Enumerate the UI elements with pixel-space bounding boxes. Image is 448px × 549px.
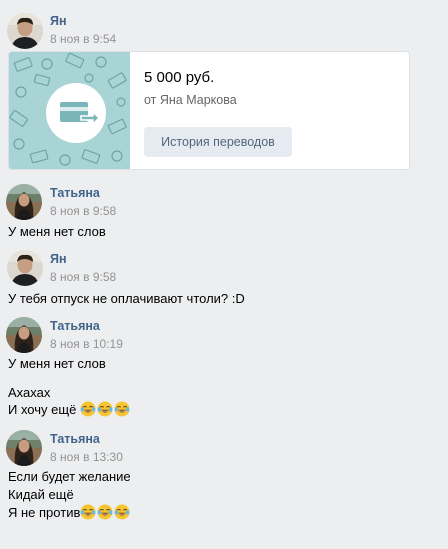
- avatar-image: [6, 184, 42, 220]
- tears-of-joy-emoji-icon: [114, 401, 130, 417]
- message-text: Я не против: [8, 505, 81, 520]
- message-time[interactable]: 8 ноя в 9:58: [50, 203, 116, 219]
- message-time[interactable]: 8 ноя в 9:58: [50, 269, 116, 285]
- avatar[interactable]: [7, 250, 43, 286]
- message-text: У меня нет слов: [8, 356, 106, 371]
- transfer-sender: от Яна Маркова: [144, 93, 237, 107]
- tears-of-joy-emoji-icon: [80, 504, 96, 520]
- tears-of-joy-emoji-icon: [97, 504, 113, 520]
- message-time[interactable]: 8 ноя в 10:19: [50, 336, 123, 352]
- tears-of-joy-emoji-icon: [97, 401, 113, 417]
- message-text: У меня нет слов: [8, 224, 106, 239]
- message-text-line: И хочу ещё: [8, 401, 131, 419]
- transfer-history-button[interactable]: История переводов: [144, 127, 292, 157]
- avatar[interactable]: [6, 317, 42, 353]
- avatar[interactable]: [6, 184, 42, 220]
- message-text: И хочу ещё: [8, 402, 77, 417]
- money-transfer-card: 5 000 руб. от Яна Маркова История перево…: [8, 51, 410, 170]
- author-name[interactable]: Татьяна: [50, 431, 100, 447]
- avatar-image: [6, 430, 42, 466]
- avatar[interactable]: [7, 13, 43, 49]
- message-text: У тебя отпуск не оплачивают чтоли? :D: [8, 291, 245, 306]
- author-name[interactable]: Татьяна: [50, 185, 100, 201]
- author-name[interactable]: Ян: [50, 251, 67, 267]
- avatar-image: [7, 250, 43, 286]
- transfer-amount: 5 000 руб.: [144, 69, 215, 86]
- avatar-image: [7, 13, 43, 49]
- message-time[interactable]: 8 ноя в 13:30: [50, 449, 123, 465]
- avatar-image: [6, 317, 42, 353]
- card-pattern: [9, 52, 130, 169]
- author-name[interactable]: Татьяна: [50, 318, 100, 334]
- avatar[interactable]: [6, 430, 42, 466]
- message-text-line: Я не против: [8, 504, 131, 522]
- tears-of-joy-emoji-icon: [114, 504, 130, 520]
- tears-of-joy-emoji-icon: [80, 401, 96, 417]
- money-pattern-icon: [9, 52, 130, 169]
- message-text: Если будет желание: [8, 469, 131, 484]
- message-text: Ахахах: [8, 385, 51, 400]
- message-time[interactable]: 8 ноя в 9:54: [50, 31, 116, 47]
- message-text: Кидай ещё: [8, 487, 74, 502]
- author-name[interactable]: Ян: [50, 13, 67, 29]
